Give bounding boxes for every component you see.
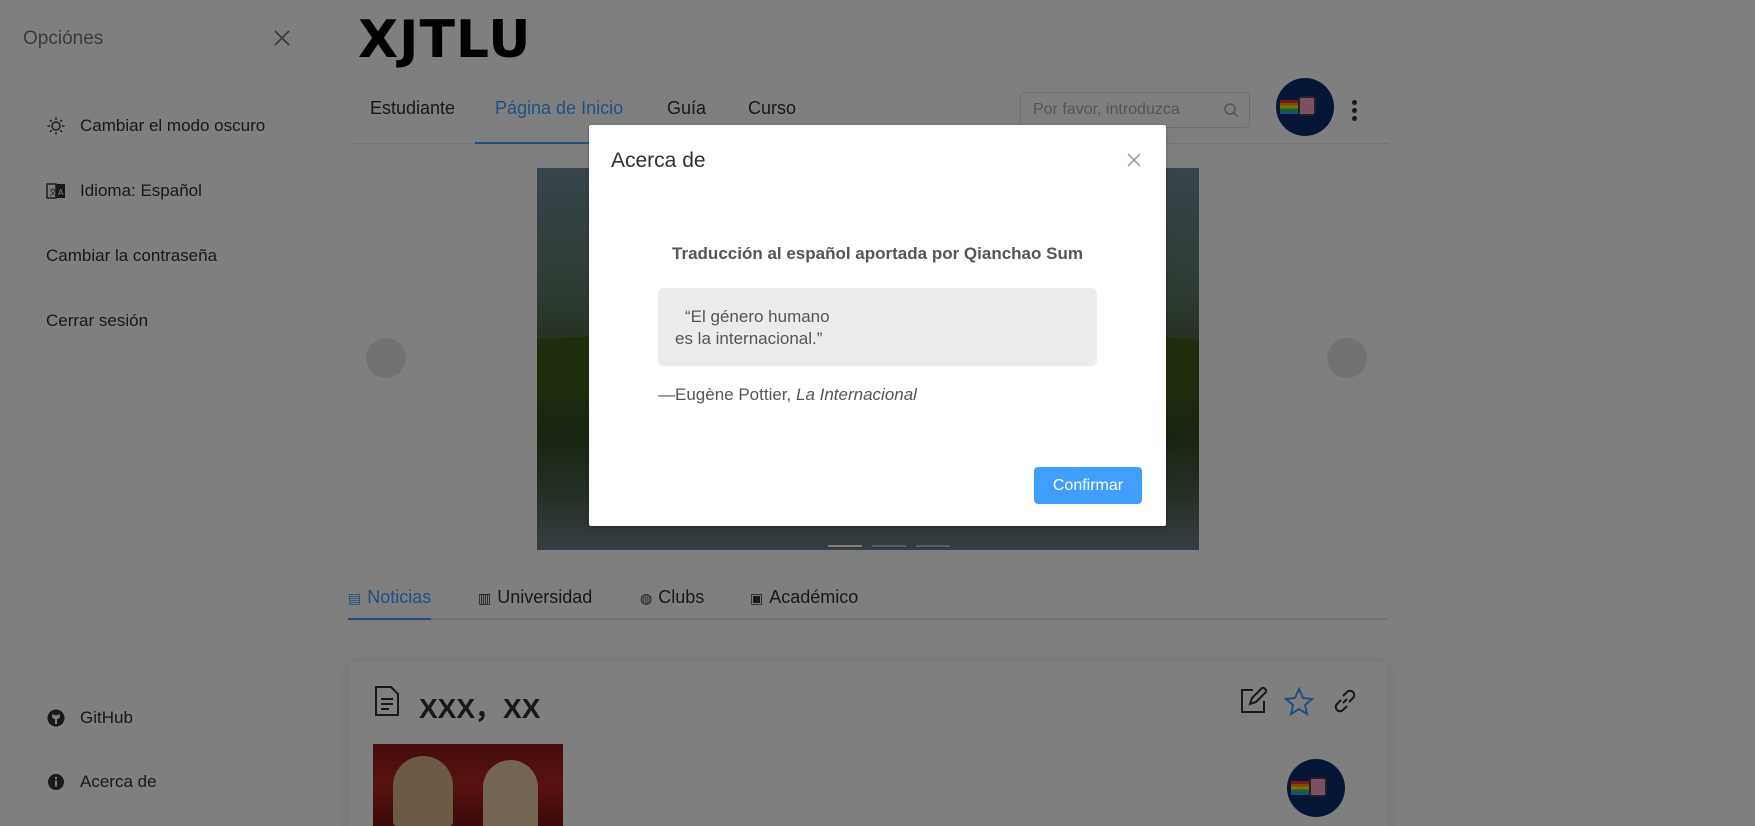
close-icon[interactable] [1127,153,1141,167]
quote-block: “El género humano es la internacional.” [658,288,1097,366]
drawer-overlay [0,0,324,826]
dialog-title: Acerca de [611,149,706,172]
quote-attribution: —Eugène Pottier, La Internacional [658,385,917,405]
confirm-button[interactable]: Confirmar [1034,467,1142,504]
translation-credit: Traducción al español aportada por Qianc… [672,244,1083,263]
quote-line: “El género humano [685,307,830,326]
attribution-work: La Internacional [795,385,917,404]
quote-line: es la internacional.” [675,329,823,348]
attribution-author: —Eugène Pottier, [658,385,796,404]
about-dialog: Acerca de Traducción al español aportada… [589,125,1166,526]
